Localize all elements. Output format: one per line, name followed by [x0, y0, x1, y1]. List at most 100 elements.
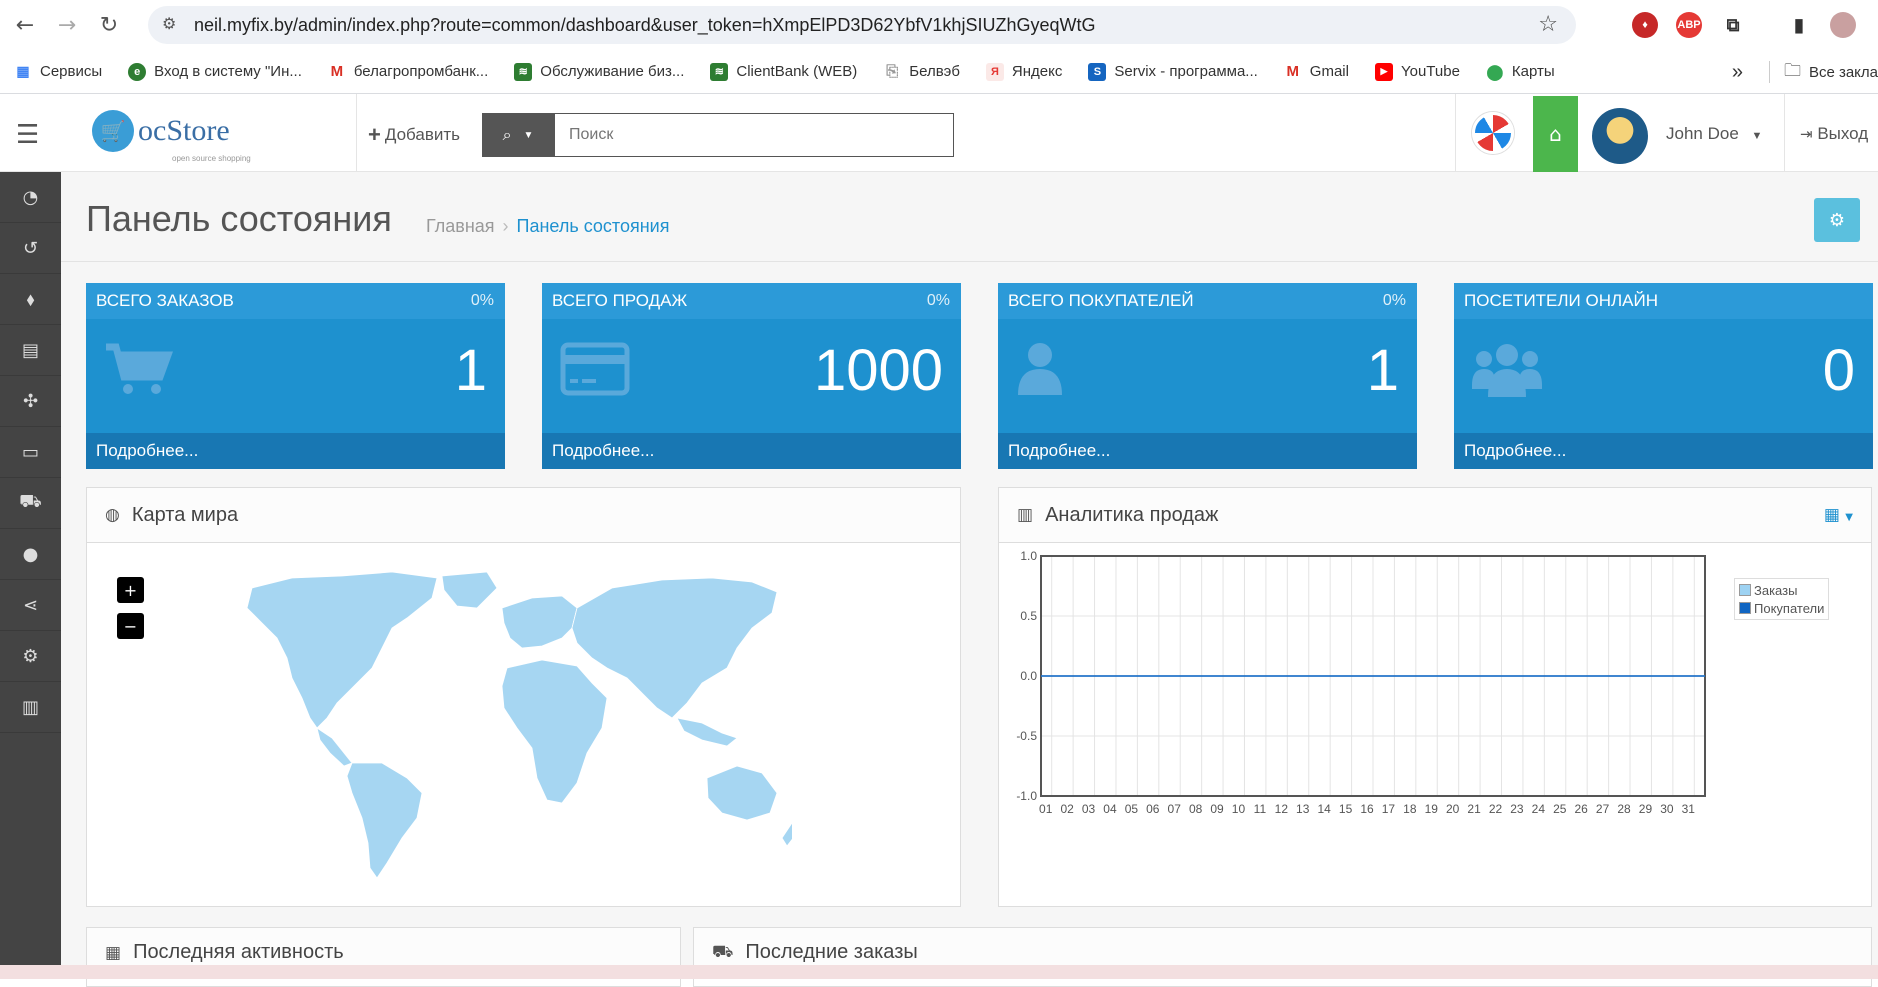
- adblock-icon[interactable]: ABP: [1676, 12, 1702, 38]
- all-bookmarks-button[interactable]: Все закла: [1809, 64, 1878, 81]
- aperture-logo-icon[interactable]: [1472, 112, 1514, 154]
- cart-logo-icon: 🛒: [92, 110, 134, 152]
- monitor-icon: ▭: [21, 441, 39, 463]
- side-panel-icon[interactable]: ▮: [1786, 12, 1812, 38]
- bookmark-item[interactable]: ≋ ClientBank (WEB): [710, 62, 857, 81]
- extension-shield-icon[interactable]: ♦: [1632, 12, 1658, 38]
- x-tick-label: 26: [1575, 802, 1589, 816]
- bookmark-star-icon[interactable]: ☆: [1538, 12, 1558, 37]
- x-tick-label: 18: [1403, 802, 1417, 816]
- profile-avatar-icon[interactable]: [1830, 12, 1856, 38]
- search-type-dropdown[interactable]: ⌕ ▼: [482, 113, 554, 157]
- bookmark-item[interactable]: ⎘ Белвэб: [883, 63, 960, 81]
- plus-icon: +: [368, 122, 381, 147]
- reload-icon[interactable]: ↻: [92, 8, 126, 42]
- yandex-icon: Я: [985, 62, 1004, 81]
- sidebar-item-marketing[interactable]: ⋖: [0, 580, 61, 631]
- bookmark-item[interactable]: Mбелагропромбанк...: [328, 63, 489, 81]
- user-menu[interactable]: John Doe ▼: [1666, 124, 1762, 144]
- x-tick-label: 11: [1254, 802, 1267, 816]
- sidebar-item-dashboard[interactable]: ◔: [0, 172, 61, 223]
- add-button[interactable]: + Добавить: [368, 122, 460, 148]
- x-tick-label: 21: [1467, 802, 1481, 816]
- x-tick-label: 13: [1296, 802, 1310, 816]
- x-tick-label: 19: [1425, 802, 1439, 816]
- dashboard-settings-button[interactable]: ⚙: [1814, 198, 1860, 242]
- cart-icon: ⛟: [19, 491, 42, 512]
- x-tick-label: 10: [1232, 802, 1246, 816]
- x-tick-label: 31: [1682, 802, 1696, 816]
- bookmark-item[interactable]: Я Яндекс: [985, 62, 1062, 81]
- sidebar-item-design[interactable]: ▭: [0, 427, 61, 478]
- x-tick-label: 08: [1189, 802, 1203, 816]
- y-tick-label: -1.0: [1016, 789, 1037, 803]
- home-button[interactable]: ⌂: [1533, 96, 1578, 172]
- address-bar[interactable]: ⚙ neil.myfix.by/admin/index.php?route=co…: [148, 6, 1576, 44]
- back-arrow-icon[interactable]: ←: [8, 8, 42, 42]
- tile-more-link[interactable]: Подробнее...: [1454, 433, 1873, 469]
- cart-icon: [106, 343, 173, 394]
- sidebar-item-sales[interactable]: ⛟: [0, 478, 61, 529]
- gear-icon: ⚙: [22, 645, 39, 667]
- sidebar-item-recent[interactable]: ↺: [0, 223, 61, 274]
- tile-more-link[interactable]: Подробнее...: [998, 433, 1417, 469]
- x-tick-label: 22: [1489, 802, 1503, 816]
- panel-title: Аналитика продаж: [1045, 503, 1219, 526]
- x-tick-label: 14: [1317, 802, 1331, 816]
- puzzle-icon: ✣: [22, 390, 39, 412]
- tile-more-link[interactable]: Подробнее...: [86, 433, 505, 469]
- extensions-puzzle-icon[interactable]: ⧉: [1720, 12, 1746, 38]
- x-tick-label: 07: [1168, 802, 1182, 816]
- y-tick-label: 0.5: [1020, 609, 1037, 623]
- menu-toggle-icon[interactable]: ☰: [16, 120, 39, 150]
- map-zoom-in-button[interactable]: +: [117, 577, 144, 603]
- sidebar-item-customers[interactable]: ●: [0, 529, 61, 580]
- bookmark-item[interactable]: S Servix - программа...: [1088, 62, 1258, 81]
- tile-more-link[interactable]: Подробнее...: [542, 433, 961, 469]
- bookmark-item[interactable]: ▦ Сервисы: [14, 63, 102, 81]
- x-tick-label: 29: [1639, 802, 1653, 816]
- page-icon: ⎘: [886, 63, 899, 80]
- site-settings-icon[interactable]: ⚙: [162, 14, 182, 34]
- panel-title: Карта мира: [131, 503, 239, 526]
- breadcrumb-home[interactable]: Главная: [426, 216, 495, 237]
- logo-text: ocStore: [138, 114, 230, 147]
- sidebar-item-reports[interactable]: ▥: [0, 682, 61, 733]
- bookmark-item[interactable]: ⬤ Карты: [1486, 63, 1555, 81]
- bookmark-item[interactable]: ≋ Обслуживание биз...: [514, 62, 684, 81]
- home-icon: ⌂: [1549, 122, 1562, 146]
- share-icon: ⋖: [22, 594, 39, 616]
- more-bookmarks-button[interactable]: »: [1732, 61, 1743, 84]
- breadcrumb-current[interactable]: Панель состояния: [517, 216, 670, 237]
- x-tick-label: 16: [1360, 802, 1374, 816]
- search-icon: ⌕: [502, 125, 512, 144]
- page-title: Панель состояния: [86, 198, 392, 239]
- sign-out-icon: ⇥: [1800, 125, 1813, 143]
- logout-button[interactable]: ⇥ Выход: [1800, 124, 1868, 144]
- bookmark-item[interactable]: ▶ YouTube: [1374, 62, 1460, 81]
- x-tick-label: 24: [1532, 802, 1546, 816]
- sidebar-item-extensions[interactable]: ✣: [0, 376, 61, 427]
- logo[interactable]: 🛒 ocStore open source shopping: [92, 110, 251, 163]
- forward-arrow-icon[interactable]: →: [50, 8, 84, 42]
- date-range-dropdown[interactable]: ▦ ▼: [1824, 505, 1853, 525]
- sidebar-item-catalog[interactable]: ⬧: [0, 274, 61, 325]
- tile-online-visitors: Посетители онлайн 0 Подробнее...: [1454, 283, 1873, 469]
- search-input[interactable]: [554, 113, 954, 157]
- x-tick-label: 15: [1339, 802, 1353, 816]
- tile-percent: 0%: [470, 292, 494, 309]
- map-europe: [501, 595, 578, 649]
- map-zoom-out-button[interactable]: −: [117, 613, 144, 639]
- url-text: neil.myfix.by/admin/index.php?route=comm…: [194, 14, 1096, 35]
- world-map[interactable]: [232, 568, 792, 888]
- globe-icon: ◍: [105, 505, 120, 525]
- maps-pin-icon: ⬤: [1486, 63, 1504, 81]
- bookmark-item[interactable]: M Gmail: [1284, 63, 1349, 81]
- sidebar-item-system[interactable]: ⚙: [0, 631, 61, 682]
- avatar[interactable]: [1592, 108, 1648, 164]
- bookmark-item[interactable]: e Вход в систему "Ин...: [128, 62, 302, 81]
- legend-item: Заказы: [1739, 581, 1824, 599]
- tile-value: 1: [454, 338, 487, 403]
- x-tick-label: 04: [1103, 802, 1117, 816]
- sidebar-item-content[interactable]: ▤: [0, 325, 61, 376]
